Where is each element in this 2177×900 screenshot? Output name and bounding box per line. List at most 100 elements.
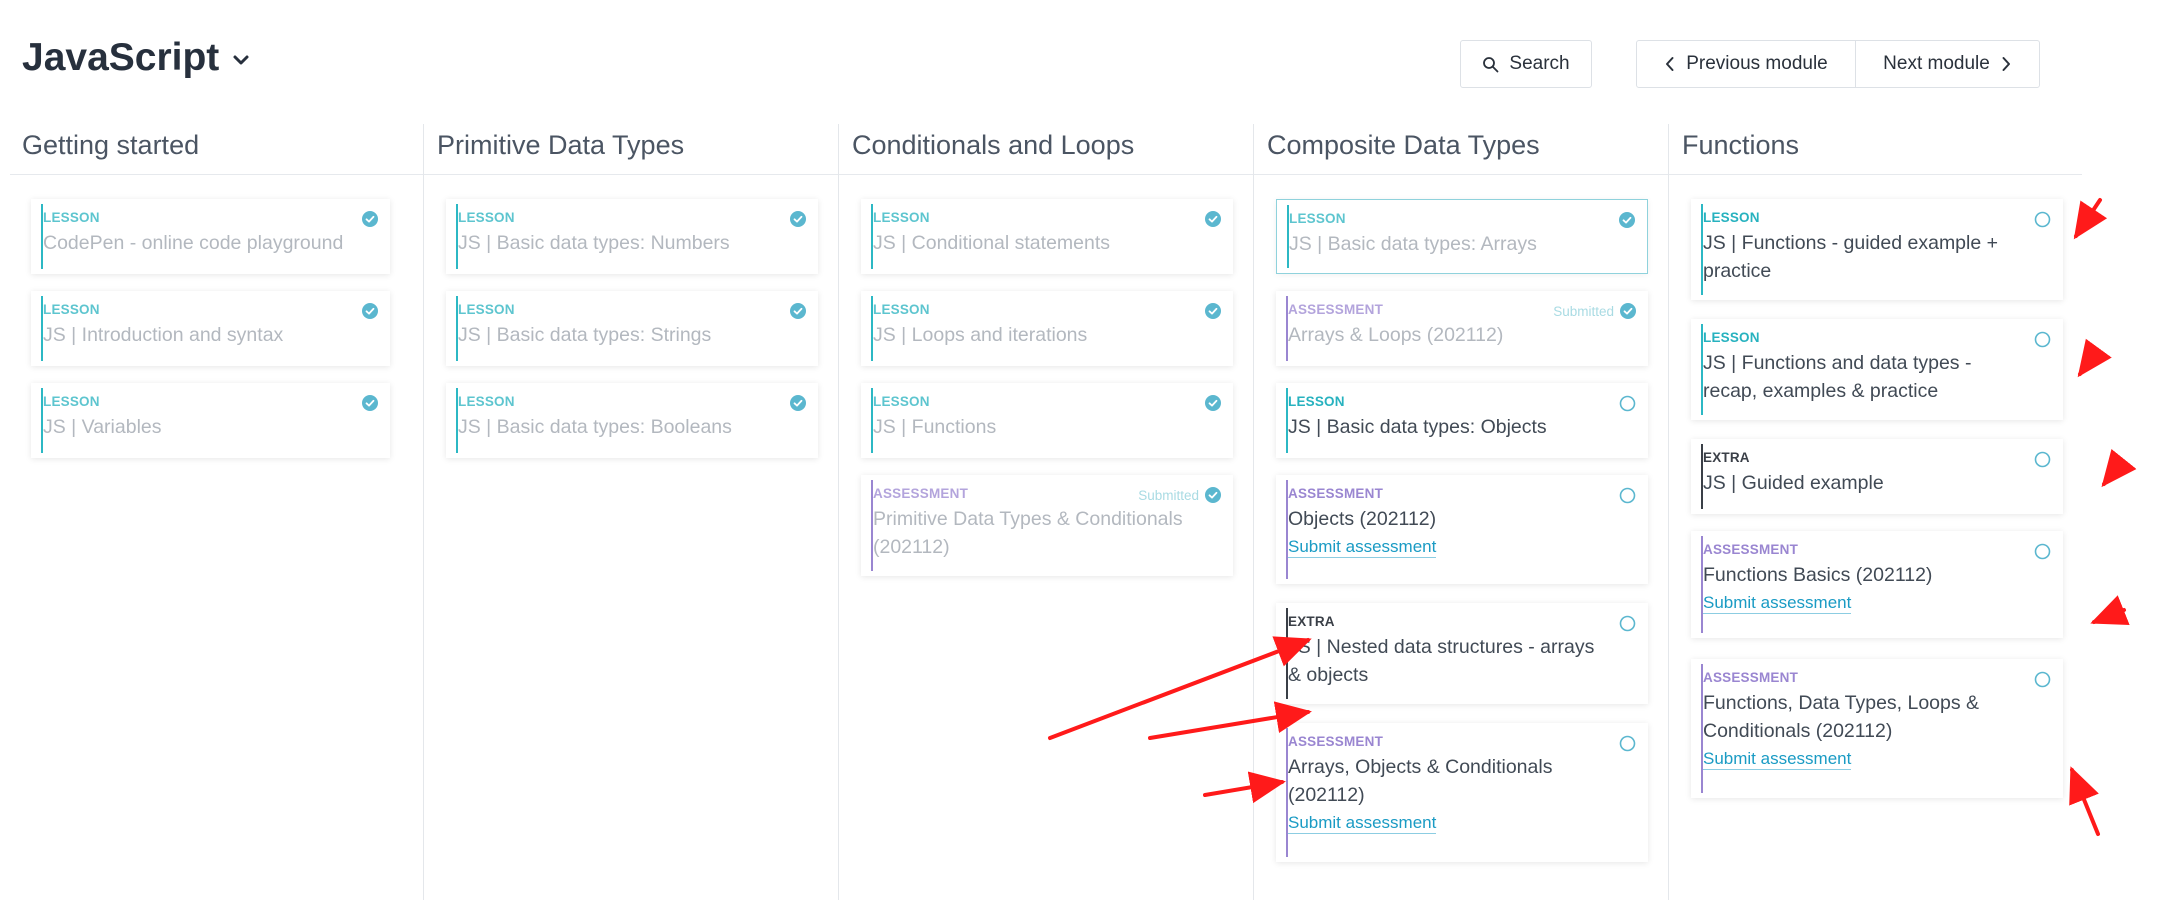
chevron-left-icon — [1666, 57, 1674, 71]
card-title: JS | Functions - guided example + practi… — [1703, 232, 1999, 282]
check-icon — [1205, 303, 1221, 319]
module-column: Conditionals and Loops LESSON JS | Conditi… — [840, 124, 1254, 900]
circle-icon — [2034, 211, 2051, 228]
card-type-label: ASSESSMENT — [1288, 734, 1384, 749]
content-card[interactable]: EXTRA JS | Guided example — [1691, 439, 2063, 514]
content-card[interactable]: ASSESSMENT Functions Basics (202112) Submi… — [1691, 531, 2063, 638]
card-title: JS | Variables — [43, 416, 162, 438]
card-type-label: LESSON — [43, 302, 100, 317]
search-icon — [1483, 56, 1499, 72]
card-title: JS | Functions — [873, 416, 997, 438]
card-type-bar — [1701, 444, 1703, 509]
card-type-label: LESSON — [458, 302, 515, 317]
check-icon — [790, 211, 806, 227]
content-card[interactable]: LESSON JS | Loops and iterations — [861, 291, 1233, 366]
submitted-label: Submitted — [1553, 303, 1614, 319]
card-status — [1205, 211, 1221, 227]
content-card[interactable]: ASSESSMENT Primitive Data Types & Conditi… — [861, 475, 1233, 576]
card-title: JS | Functions and data types - recap, e… — [1703, 352, 1972, 402]
check-icon — [1205, 487, 1221, 503]
content-card[interactable]: LESSON JS | Basic data types: Booleans — [446, 383, 818, 458]
content-card[interactable]: LESSON CodePen - online code playground — [31, 199, 390, 274]
card-title: Functions, Data Types, Loops & Condition… — [1703, 692, 1980, 742]
content-card[interactable]: LESSON JS | Introduction and syntax — [31, 291, 390, 366]
check-icon — [362, 395, 378, 411]
card-title: Arrays & Loops (202112) — [1288, 324, 1504, 346]
previous-module-button[interactable]: Previous module — [1636, 40, 1856, 88]
content-card[interactable]: ASSESSMENT Objects (202112) Submit assessm… — [1276, 475, 1648, 584]
card-title: CodePen - online code playground — [43, 232, 344, 254]
card-title: Objects (202112) — [1288, 508, 1437, 530]
check-icon — [1620, 303, 1636, 319]
content-card[interactable]: LESSON JS | Conditional statements — [861, 199, 1233, 274]
content-card[interactable]: ASSESSMENT Arrays & Loops (202112) Submitt… — [1276, 291, 1648, 366]
check-icon — [1205, 211, 1221, 227]
circle-icon — [2034, 543, 2051, 560]
course-title: JavaScript — [22, 36, 220, 79]
card-status — [790, 303, 806, 319]
card-title: JS | Basic data types: Arrays — [1289, 233, 1537, 255]
content-card[interactable]: LESSON JS | Functions — [861, 383, 1233, 458]
circle-icon — [2034, 671, 2051, 688]
card-type-label: LESSON — [873, 302, 930, 317]
card-status — [2034, 671, 2051, 688]
column-title: Conditionals and Loops — [852, 130, 1135, 160]
content-card[interactable]: ASSESSMENT Arrays, Objects & Conditionals… — [1276, 723, 1648, 862]
content-card[interactable]: LESSON JS | Functions - guided example + … — [1691, 199, 2063, 300]
content-card[interactable]: LESSON JS | Variables — [31, 383, 390, 458]
content-card[interactable]: LESSON JS | Functions and data types - re… — [1691, 319, 2063, 420]
card-status — [362, 395, 378, 411]
card-status — [362, 211, 378, 227]
card-type-bar — [1286, 728, 1288, 857]
search-button[interactable]: Search — [1460, 40, 1592, 88]
card-type-label: LESSON — [1288, 394, 1345, 409]
card-status — [1619, 487, 1636, 504]
card-type-label: LESSON — [458, 210, 515, 225]
card-title: JS | Nested data structures - arrays & o… — [1288, 636, 1595, 686]
card-title: Functions Basics (202112) — [1703, 564, 1933, 586]
check-icon — [362, 303, 378, 319]
card-title: JS | Guided example — [1703, 472, 1884, 494]
submit-assessment-link[interactable]: Submit assessment — [1703, 593, 1852, 614]
card-status — [2034, 211, 2051, 228]
annotation-arrow — [2090, 595, 2130, 625]
card-type-bar — [1701, 536, 1703, 633]
submit-assessment-link[interactable]: Submit assessment — [1288, 537, 1437, 558]
card-title: JS | Basic data types: Strings — [458, 324, 712, 346]
content-card[interactable]: LESSON JS | Basic data types: Strings — [446, 291, 818, 366]
submit-assessment-link[interactable]: Submit assessment — [1288, 813, 1437, 834]
previous-module-label: Previous module — [1686, 53, 1828, 74]
card-type-bar — [1701, 324, 1703, 415]
check-icon — [790, 303, 806, 319]
card-type-label: ASSESSMENT — [1288, 486, 1384, 501]
card-status — [790, 395, 806, 411]
card-title: JS | Basic data types: Numbers — [458, 232, 730, 254]
check-icon — [790, 395, 806, 411]
card-status — [2034, 451, 2051, 468]
card-type-label: LESSON — [458, 394, 515, 409]
next-module-button[interactable]: Next module — [1855, 40, 2040, 88]
course-selector[interactable]: JavaScript — [22, 36, 251, 80]
circle-icon — [1619, 615, 1636, 632]
card-title: JS | Loops and iterations — [873, 324, 1088, 346]
card-title: JS | Introduction and syntax — [43, 324, 284, 346]
card-type-label: EXTRA — [1703, 450, 1750, 465]
content-card[interactable]: LESSON JS | Basic data types: Arrays — [1276, 199, 1648, 274]
annotation-arrow — [2101, 449, 2137, 488]
circle-icon — [1619, 487, 1636, 504]
submit-assessment-link[interactable]: Submit assessment — [1703, 749, 1852, 770]
content-card[interactable]: LESSON JS | Basic data types: Objects — [1276, 383, 1648, 458]
circle-icon — [2034, 451, 2051, 468]
card-type-label: LESSON — [43, 210, 100, 225]
card-type-label: ASSESSMENT — [1703, 542, 1799, 557]
circle-icon — [1619, 395, 1636, 412]
content-card[interactable]: LESSON JS | Basic data types: Numbers — [446, 199, 818, 274]
card-type-bar — [1286, 480, 1288, 579]
card-status — [2034, 331, 2051, 348]
card-type-bar — [1701, 204, 1703, 295]
content-card[interactable]: EXTRA JS | Nested data structures - array… — [1276, 603, 1648, 704]
content-card[interactable]: ASSESSMENT Functions, Data Types, Loops &… — [1691, 659, 2063, 798]
submitted-label: Submitted — [1138, 487, 1199, 503]
module-column: Primitive Data Types LESSON JS | Basic dat… — [425, 124, 839, 900]
column-title: Composite Data Types — [1267, 130, 1540, 160]
